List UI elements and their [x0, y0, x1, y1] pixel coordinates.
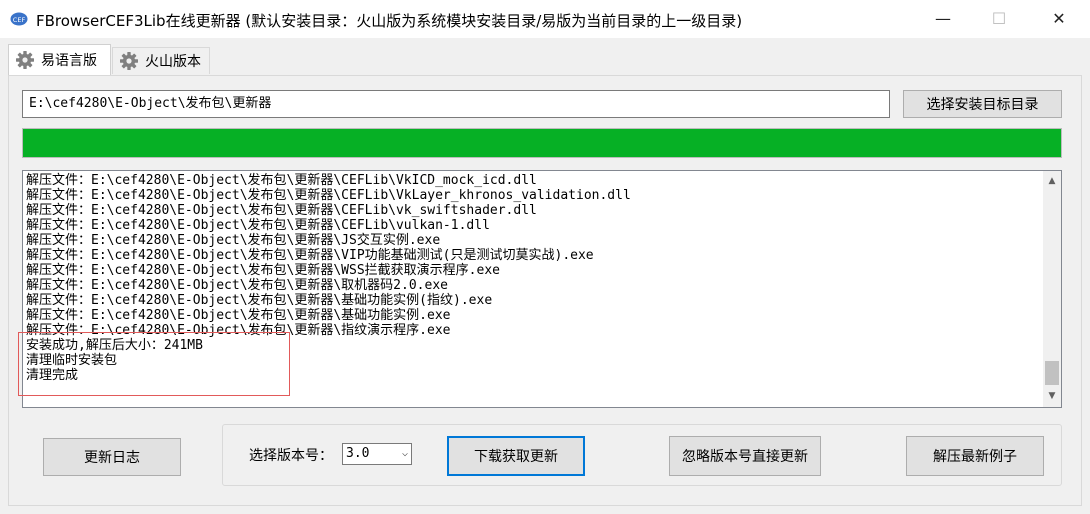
log-line: 解压文件：E:\cef4280\E-Object\发布包\更新器\JS交互实例.… — [26, 233, 441, 248]
version-select[interactable]: 3.0 ⌵ — [342, 443, 412, 465]
log-line: 解压文件：E:\cef4280\E-Object\发布包\更新器\指纹演示程序.… — [26, 323, 451, 338]
svg-text:CEF: CEF — [13, 16, 26, 24]
gear-icon — [16, 51, 34, 69]
log-line: 解压文件：E:\cef4280\E-Object\发布包\更新器\CEFLib\… — [26, 188, 631, 203]
minimize-button[interactable]: — — [920, 0, 966, 38]
select-install-dir-button[interactable]: 选择安装目标目录 — [903, 90, 1062, 118]
log-line: 清理临时安装包 — [26, 353, 118, 368]
tab-volcano[interactable]: 火山版本 — [112, 47, 210, 74]
log-line: 安装成功,解压后大小：241MB — [26, 338, 203, 353]
close-button[interactable]: ✕ — [1036, 0, 1082, 38]
log-line: 解压文件：E:\cef4280\E-Object\发布包\更新器\基础功能实例.… — [26, 308, 451, 323]
download-update-button[interactable]: 下载获取更新 — [447, 436, 585, 476]
log-line: 解压文件：E:\cef4280\E-Object\发布包\更新器\CEFLib\… — [26, 203, 537, 218]
log-line: 解压文件：E:\cef4280\E-Object\发布包\更新器\WSS拦截获取… — [26, 263, 500, 278]
scroll-down-icon[interactable]: ▼ — [1043, 388, 1061, 405]
ignore-version-update-button[interactable]: 忽略版本号直接更新 — [669, 436, 821, 476]
version-value: 3.0 — [346, 446, 370, 461]
chevron-down-icon: ⌵ — [401, 448, 408, 459]
log-scrollbar[interactable]: ▲ ▼ — [1043, 171, 1061, 407]
title-bar: CEF FBrowserCEF3Lib在线更新器 (默认安装目录：火山版为系统模… — [0, 0, 1090, 38]
maximize-button[interactable]: ☐ — [976, 0, 1022, 38]
scroll-thumb[interactable] — [1045, 361, 1059, 385]
log-line: 解压文件：E:\cef4280\E-Object\发布包\更新器\CEFLib\… — [26, 218, 490, 233]
tab-label: 火山版本 — [145, 54, 201, 70]
log-line: 解压文件：E:\cef4280\E-Object\发布包\更新器\基础功能实例(… — [26, 293, 493, 308]
install-path-input[interactable]: E:\cef4280\E-Object\发布包\更新器 — [22, 90, 890, 118]
log-line: 解压文件：E:\cef4280\E-Object\发布包\更新器\取机器码2.0… — [26, 278, 448, 293]
cef-logo-icon: CEF — [10, 12, 28, 26]
gear-icon — [120, 52, 138, 70]
progress-fill — [23, 129, 1061, 157]
extract-example-button[interactable]: 解压最新例子 — [906, 436, 1044, 476]
log-lines: 解压文件：E:\cef4280\E-Object\发布包\更新器\CEFLib\… — [26, 173, 1036, 383]
version-label: 选择版本号： — [249, 448, 333, 464]
tab-label: 易语言版 — [41, 53, 97, 69]
log-line: 解压文件：E:\cef4280\E-Object\发布包\更新器\VIP功能基础… — [26, 248, 594, 263]
window-title: FBrowserCEF3Lib在线更新器 (默认安装目录：火山版为系统模块安装目… — [36, 12, 743, 30]
log-line: 清理完成 — [26, 368, 79, 383]
tab-easy-language[interactable]: 易语言版 — [8, 44, 111, 75]
log-textbox[interactable]: 解压文件：E:\cef4280\E-Object\发布包\更新器\CEFLib\… — [22, 170, 1062, 408]
log-line: 解压文件：E:\cef4280\E-Object\发布包\更新器\CEFLib\… — [26, 173, 537, 188]
changelog-button[interactable]: 更新日志 — [43, 438, 181, 476]
progress-bar — [22, 128, 1062, 158]
scroll-up-icon[interactable]: ▲ — [1043, 173, 1061, 190]
